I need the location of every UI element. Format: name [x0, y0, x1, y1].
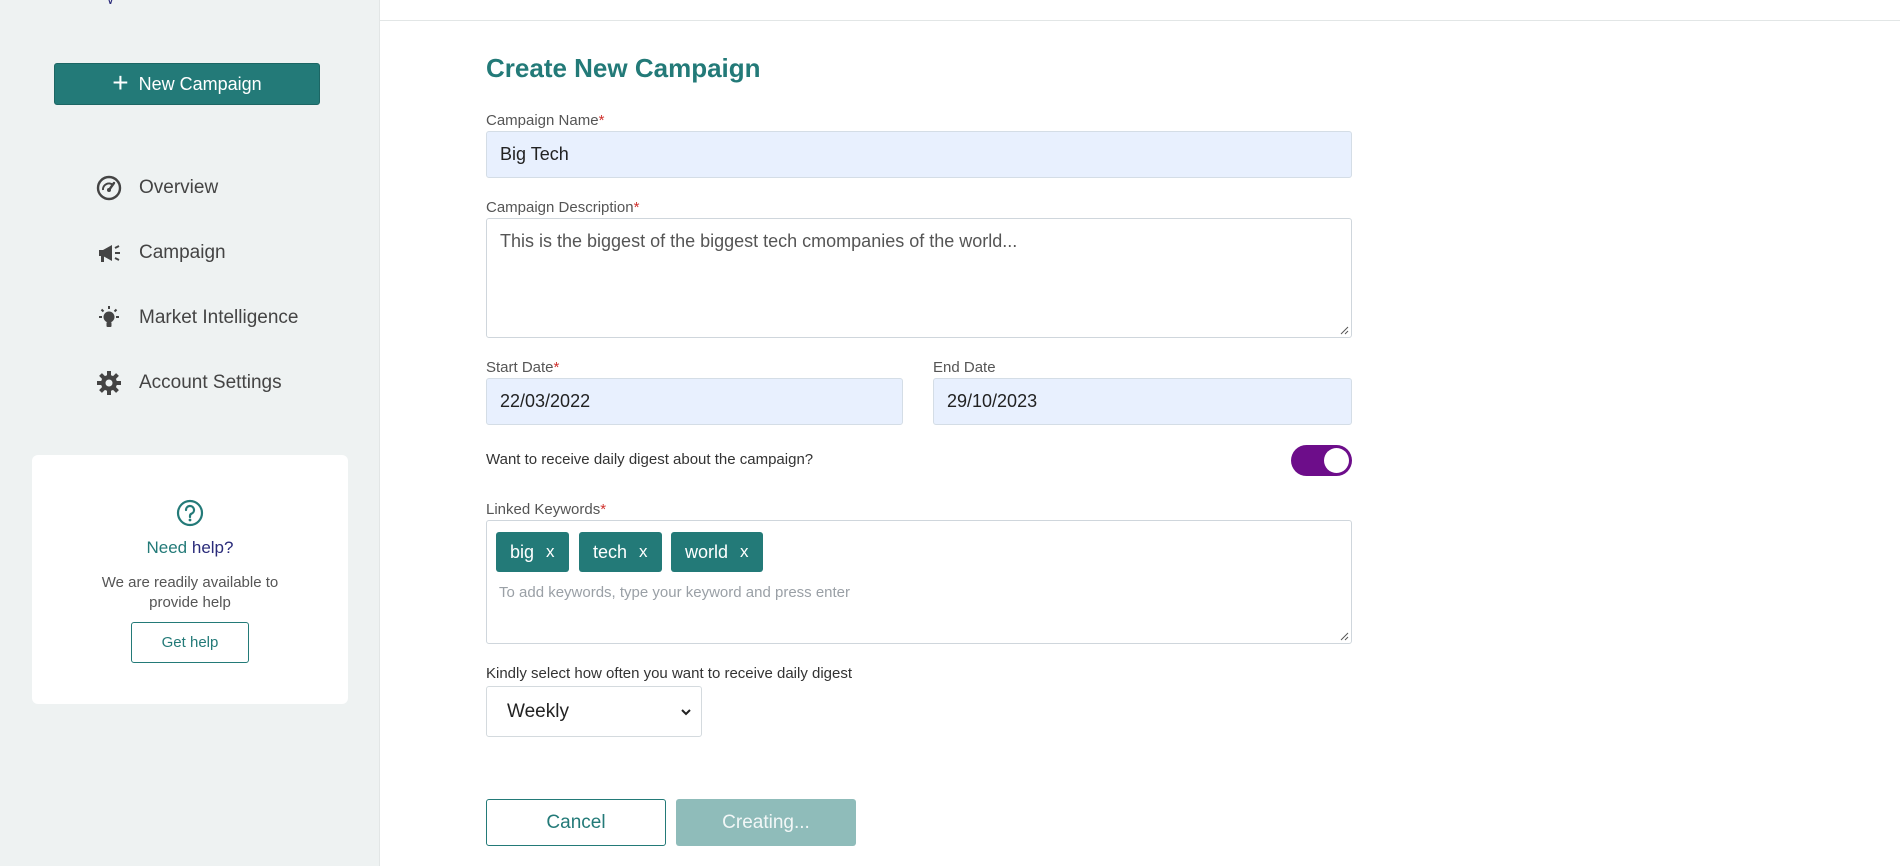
keyword-chip: world x	[671, 532, 763, 572]
sidebar-nav: Overview Campaign Market Intelligence Ac…	[94, 155, 354, 415]
keyword-input-placeholder[interactable]: To add keywords, type your keyword and p…	[499, 584, 850, 601]
daily-digest-toggle[interactable]	[1291, 445, 1352, 476]
sidebar-item-label: Market Intelligence	[139, 306, 299, 328]
resize-handle-icon[interactable]	[1339, 631, 1349, 641]
sidebar-item-overview[interactable]: Overview	[94, 155, 354, 220]
sidebar-item-account-settings[interactable]: Account Settings	[94, 350, 354, 415]
plus-icon: +	[112, 66, 129, 98]
help-title: Need help?	[146, 538, 234, 557]
start-date-label: Start Date*	[486, 359, 560, 376]
sidebar: ∨ + New Campaign Overview Campaign Marke…	[0, 0, 380, 866]
logo: ∨	[106, 0, 115, 7]
toggle-knob	[1324, 448, 1349, 473]
get-help-button[interactable]: Get help	[131, 622, 249, 663]
remove-keyword-button[interactable]: x	[740, 542, 749, 562]
header-divider	[380, 20, 1900, 21]
lightbulb-icon	[94, 303, 124, 333]
sidebar-item-label: Overview	[139, 176, 219, 198]
linked-keywords-label: Linked Keywords*	[486, 501, 607, 518]
sidebar-item-label: Account Settings	[139, 371, 282, 393]
sidebar-item-campaign[interactable]: Campaign	[94, 220, 354, 285]
digest-frequency-label: Kindly select how often you want to rece…	[486, 665, 853, 682]
start-date-input[interactable]: 22/03/2022	[486, 378, 903, 425]
end-date-input[interactable]: 29/10/2023	[933, 378, 1352, 425]
keyword-chip: tech x	[579, 532, 662, 572]
keyword-chip: big x	[496, 532, 569, 572]
remove-keyword-button[interactable]: x	[639, 542, 648, 562]
remove-keyword-button[interactable]: x	[546, 542, 555, 562]
help-description: We are readily available to provide help	[101, 574, 279, 611]
gauge-icon	[94, 173, 124, 203]
campaign-description-label: Campaign Description*	[486, 199, 640, 216]
campaign-description-textarea[interactable]: This is the biggest of the biggest tech …	[486, 218, 1352, 338]
page-title: Create New Campaign	[486, 53, 761, 83]
megaphone-icon	[94, 238, 124, 268]
help-card: Need help? We are readily available to p…	[32, 455, 348, 704]
new-campaign-label: New Campaign	[138, 73, 262, 94]
end-date-label: End Date	[933, 359, 996, 376]
cancel-button[interactable]: Cancel	[486, 799, 666, 846]
create-campaign-button[interactable]: Creating...	[676, 799, 856, 846]
question-circle-icon	[176, 499, 204, 527]
new-campaign-button[interactable]: + New Campaign	[54, 63, 320, 105]
campaign-name-input[interactable]: Big Tech	[486, 131, 1352, 178]
sidebar-item-market-intelligence[interactable]: Market Intelligence	[94, 285, 354, 350]
campaign-name-label: Campaign Name*	[486, 112, 605, 129]
digest-frequency-select[interactable]: Weekly	[486, 686, 702, 737]
chevron-down-icon	[681, 709, 691, 716]
selected-frequency: Weekly	[507, 700, 569, 722]
resize-handle-icon[interactable]	[1339, 325, 1349, 335]
daily-digest-question: Want to receive daily digest about the c…	[486, 451, 814, 468]
sidebar-item-label: Campaign	[139, 241, 226, 263]
gear-icon	[94, 368, 124, 398]
